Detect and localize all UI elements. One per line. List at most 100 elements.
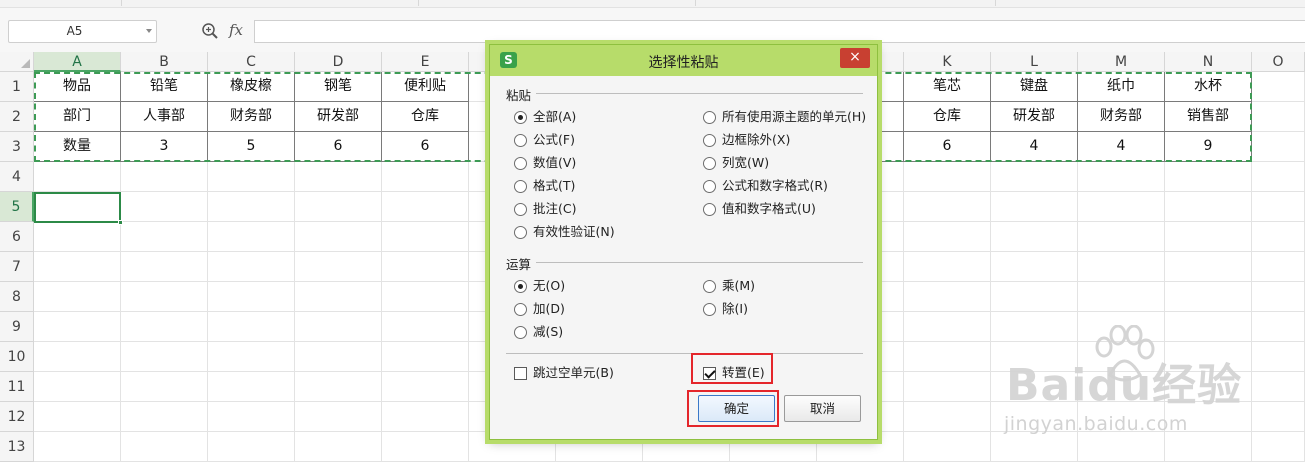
cell-m13[interactable] bbox=[1078, 432, 1165, 462]
cell-a1[interactable]: 物品 bbox=[34, 72, 121, 102]
cell-c13[interactable] bbox=[208, 432, 295, 462]
cell-b3[interactable]: 3 bbox=[121, 132, 208, 162]
cell-e6[interactable] bbox=[382, 222, 469, 252]
cell-a5[interactable] bbox=[34, 192, 121, 222]
cell-e10[interactable] bbox=[382, 342, 469, 372]
cell-l11[interactable] bbox=[991, 372, 1078, 402]
column-header-d[interactable]: D bbox=[295, 52, 382, 72]
row-header-13[interactable]: 13 bbox=[0, 432, 34, 462]
cell-d5[interactable] bbox=[295, 192, 382, 222]
column-header-n[interactable]: N bbox=[1165, 52, 1252, 72]
radio-dot[interactable] bbox=[514, 111, 527, 124]
row-header-3[interactable]: 3 bbox=[0, 132, 34, 162]
row-header-11[interactable]: 11 bbox=[0, 372, 34, 402]
cell-k1[interactable]: 笔芯 bbox=[904, 72, 991, 102]
cell-c3[interactable]: 5 bbox=[208, 132, 295, 162]
cell-e5[interactable] bbox=[382, 192, 469, 222]
cell-o8[interactable] bbox=[1252, 282, 1305, 312]
cell-a13[interactable] bbox=[34, 432, 121, 462]
cell-b1[interactable]: 铅笔 bbox=[121, 72, 208, 102]
cell-l12[interactable] bbox=[991, 402, 1078, 432]
cell-a7[interactable] bbox=[34, 252, 121, 282]
cell-e11[interactable] bbox=[382, 372, 469, 402]
column-header-a[interactable]: A bbox=[34, 52, 121, 72]
cell-c10[interactable] bbox=[208, 342, 295, 372]
cell-e8[interactable] bbox=[382, 282, 469, 312]
cell-k9[interactable] bbox=[904, 312, 991, 342]
dialog-titlebar[interactable]: S 选择性粘贴 × bbox=[490, 45, 877, 76]
cell-o10[interactable] bbox=[1252, 342, 1305, 372]
cell-k13[interactable] bbox=[904, 432, 991, 462]
cell-n13[interactable] bbox=[1165, 432, 1252, 462]
row-header-1[interactable]: 1 bbox=[0, 72, 34, 102]
cell-c9[interactable] bbox=[208, 312, 295, 342]
cell-m9[interactable] bbox=[1078, 312, 1165, 342]
cell-e2[interactable]: 仓库 bbox=[382, 102, 469, 132]
cell-e1[interactable]: 便利贴 bbox=[382, 72, 469, 102]
cell-d4[interactable] bbox=[295, 162, 382, 192]
row-header-5[interactable]: 5 bbox=[0, 192, 34, 222]
cell-c12[interactable] bbox=[208, 402, 295, 432]
cell-m2[interactable]: 财务部 bbox=[1078, 102, 1165, 132]
row-header-9[interactable]: 9 bbox=[0, 312, 34, 342]
cell-d13[interactable] bbox=[295, 432, 382, 462]
cell-n5[interactable] bbox=[1165, 192, 1252, 222]
checkbox-box[interactable] bbox=[703, 367, 716, 380]
cell-k5[interactable] bbox=[904, 192, 991, 222]
row-header-4[interactable]: 4 bbox=[0, 162, 34, 192]
cell-o1[interactable] bbox=[1252, 72, 1305, 102]
cell-o3[interactable] bbox=[1252, 132, 1305, 162]
cell-c2[interactable]: 财务部 bbox=[208, 102, 295, 132]
cell-b10[interactable] bbox=[121, 342, 208, 372]
cancel-button[interactable]: 取消 bbox=[784, 395, 861, 422]
cell-a10[interactable] bbox=[34, 342, 121, 372]
cell-m3[interactable]: 4 bbox=[1078, 132, 1165, 162]
cell-o12[interactable] bbox=[1252, 402, 1305, 432]
cell-a8[interactable] bbox=[34, 282, 121, 312]
row-header-6[interactable]: 6 bbox=[0, 222, 34, 252]
cell-c1[interactable]: 橡皮檫 bbox=[208, 72, 295, 102]
cell-o4[interactable] bbox=[1252, 162, 1305, 192]
radio-dot[interactable] bbox=[703, 134, 716, 147]
row-header-7[interactable]: 7 bbox=[0, 252, 34, 282]
cell-l4[interactable] bbox=[991, 162, 1078, 192]
cell-n9[interactable] bbox=[1165, 312, 1252, 342]
fx-icon[interactable]: fx bbox=[229, 21, 243, 39]
cell-l1[interactable]: 键盘 bbox=[991, 72, 1078, 102]
cell-k8[interactable] bbox=[904, 282, 991, 312]
row-header-8[interactable]: 8 bbox=[0, 282, 34, 312]
cell-k4[interactable] bbox=[904, 162, 991, 192]
select-all-corner[interactable] bbox=[0, 52, 34, 72]
cell-k2[interactable]: 仓库 bbox=[904, 102, 991, 132]
radio-dot[interactable] bbox=[514, 134, 527, 147]
cell-m8[interactable] bbox=[1078, 282, 1165, 312]
cell-n12[interactable] bbox=[1165, 402, 1252, 432]
row-header-10[interactable]: 10 bbox=[0, 342, 34, 372]
cell-e12[interactable] bbox=[382, 402, 469, 432]
radio-dot[interactable] bbox=[514, 226, 527, 239]
formula-input[interactable] bbox=[254, 20, 1305, 43]
cell-c5[interactable] bbox=[208, 192, 295, 222]
cell-l13[interactable] bbox=[991, 432, 1078, 462]
cell-n10[interactable] bbox=[1165, 342, 1252, 372]
cell-n6[interactable] bbox=[1165, 222, 1252, 252]
radio-dot[interactable] bbox=[703, 111, 716, 124]
cell-m4[interactable] bbox=[1078, 162, 1165, 192]
radio-dot[interactable] bbox=[703, 280, 716, 293]
radio-dot[interactable] bbox=[703, 303, 716, 316]
cell-a6[interactable] bbox=[34, 222, 121, 252]
chevron-down-icon[interactable] bbox=[146, 29, 152, 33]
cell-e7[interactable] bbox=[382, 252, 469, 282]
cell-d7[interactable] bbox=[295, 252, 382, 282]
cell-d11[interactable] bbox=[295, 372, 382, 402]
cell-c11[interactable] bbox=[208, 372, 295, 402]
radio-dot[interactable] bbox=[514, 203, 527, 216]
cell-b8[interactable] bbox=[121, 282, 208, 312]
cell-b11[interactable] bbox=[121, 372, 208, 402]
cell-d1[interactable]: 钢笔 bbox=[295, 72, 382, 102]
zoom-icon[interactable] bbox=[201, 22, 219, 40]
radio-dot[interactable] bbox=[703, 180, 716, 193]
cell-l6[interactable] bbox=[991, 222, 1078, 252]
column-header-e[interactable]: E bbox=[382, 52, 469, 72]
cell-o11[interactable] bbox=[1252, 372, 1305, 402]
